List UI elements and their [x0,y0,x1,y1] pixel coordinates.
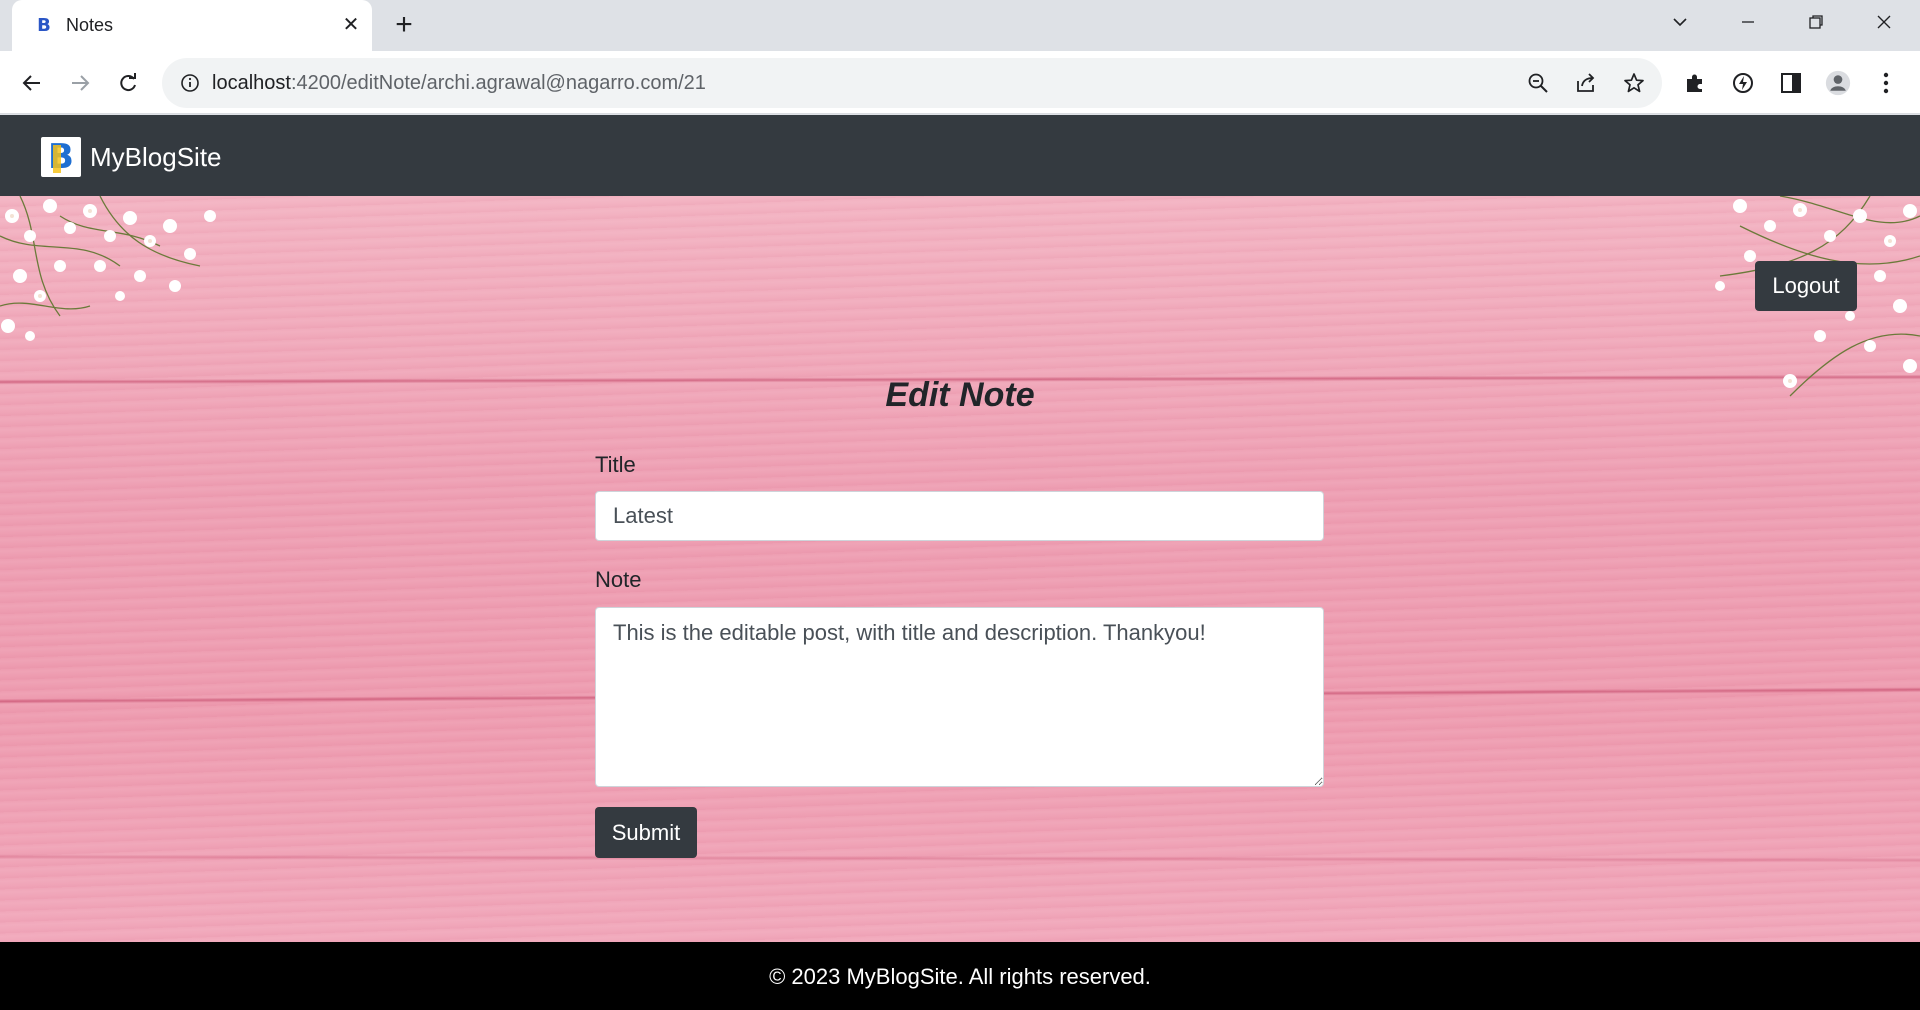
pink-wood-background: Logout Edit Note Title Note This is the … [0,196,1920,942]
share-icon[interactable] [1574,71,1598,95]
tab-close-icon[interactable]: ✕ [338,12,364,38]
brand-name: MyBlogSite [90,141,222,172]
note-textarea[interactable]: This is the editable post, with title an… [595,607,1324,787]
zoom-out-icon[interactable] [1526,71,1550,95]
site-info-icon[interactable] [178,71,202,95]
url-text[interactable]: localhost:4200/editNote/archi.agrawal@na… [212,72,706,95]
bookmark-star-icon[interactable] [1622,71,1646,95]
tab-search-icon[interactable] [1650,0,1710,44]
page-title: Edit Note [885,376,1035,414]
performance-icon[interactable] [1730,70,1756,96]
site-brand[interactable]: B MyBlogSite [41,137,222,177]
url-host: localhost [212,72,291,94]
site-navbar: B MyBlogSite [0,115,1920,196]
page-viewport: B MyBlogSite [0,115,1920,1010]
restore-icon[interactable] [1786,0,1846,44]
menu-icon[interactable] [1873,70,1899,96]
browser-tabstrip: B Notes ✕ + [0,0,1920,51]
side-panel-icon[interactable] [1778,70,1804,96]
new-tab-icon[interactable]: + [388,10,420,42]
site-footer: © 2023 MyBlogSite. All rights reserved. [0,942,1920,1010]
browser-toolbar: localhost:4200/editNote/archi.agrawal@na… [0,51,1920,114]
title-label: Title [595,452,636,477]
logout-button[interactable]: Logout [1755,261,1857,311]
minimize-icon[interactable] [1718,0,1778,44]
url-path: :4200/editNote/archi.agrawal@nagarro.com… [290,72,706,94]
footer-copyright: © 2023 MyBlogSite. All rights reserved. [769,964,1151,989]
note-label: Note [595,567,642,592]
flowers-left-decoration [0,196,216,341]
submit-button[interactable]: Submit [595,807,697,858]
back-arrow-icon[interactable] [13,64,51,102]
title-input[interactable] [595,491,1324,541]
address-bar[interactable]: localhost:4200/editNote/archi.agrawal@na… [162,58,1662,108]
favicon-icon: B [37,15,51,36]
brand-logo: B [41,137,81,177]
reload-icon[interactable] [109,64,147,102]
browser-tab-active[interactable]: B Notes ✕ [12,0,372,51]
tab-title: Notes [66,15,114,35]
profile-icon[interactable] [1825,70,1851,96]
extensions-icon[interactable] [1682,70,1708,96]
forward-arrow-icon[interactable] [61,64,99,102]
window-close-icon[interactable] [1854,0,1914,44]
